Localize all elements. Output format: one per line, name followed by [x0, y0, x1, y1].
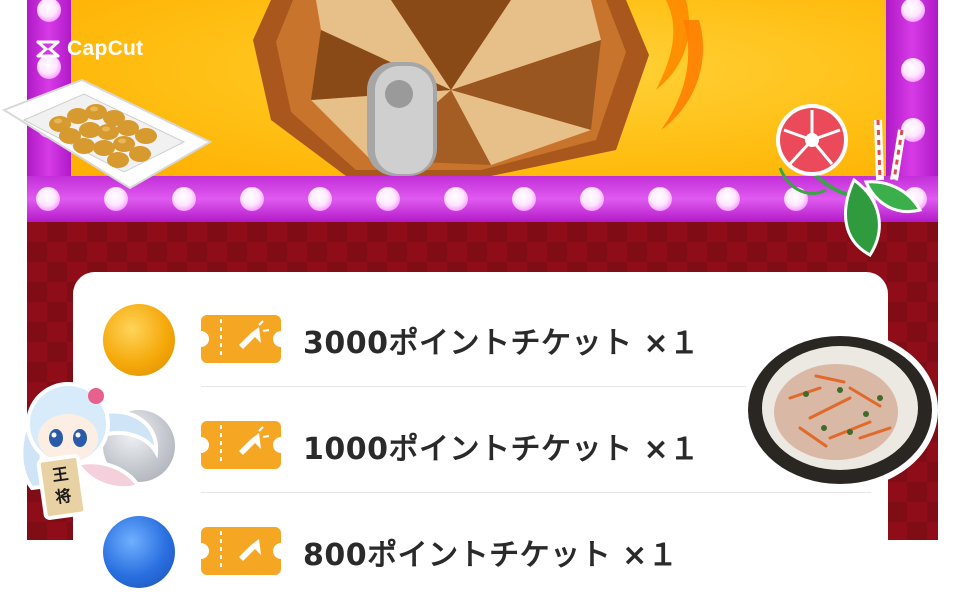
morning-glory-sticker — [776, 104, 923, 257]
marquee-bulb — [901, 58, 925, 82]
ticket-icon — [201, 421, 281, 469]
marquee-bulb — [580, 187, 604, 211]
ticket-icon — [201, 315, 281, 363]
natto-tray-sticker — [1, 78, 213, 190]
capcut-watermark-text: CapCut — [67, 37, 144, 60]
anime-character-sticker: 王将 — [19, 382, 159, 520]
marquee-bulb — [512, 187, 536, 211]
prize-row-800: 800ポイントチケット ×１ — [73, 490, 888, 594]
prize-label: 3000ポイントチケット ×１ — [303, 326, 700, 361]
marquee-bulb — [716, 187, 740, 211]
marquee-bulb — [648, 187, 672, 211]
prize-label: 1000ポイントチケット ×１ — [303, 432, 700, 467]
marquee-bulb — [240, 187, 264, 211]
gold-coin-icon — [103, 304, 175, 376]
prize-label: 800ポイントチケット ×１ — [303, 538, 679, 573]
capcut-watermark: CapCut — [35, 36, 143, 62]
right-margin — [938, 0, 960, 540]
capcut-logo-icon — [36, 40, 60, 58]
marquee-bulb — [376, 187, 400, 211]
rice-bowl-sticker — [742, 330, 938, 490]
marquee-bulb — [444, 187, 468, 211]
ticket-icon — [201, 527, 281, 575]
marquee-bulb — [308, 187, 332, 211]
